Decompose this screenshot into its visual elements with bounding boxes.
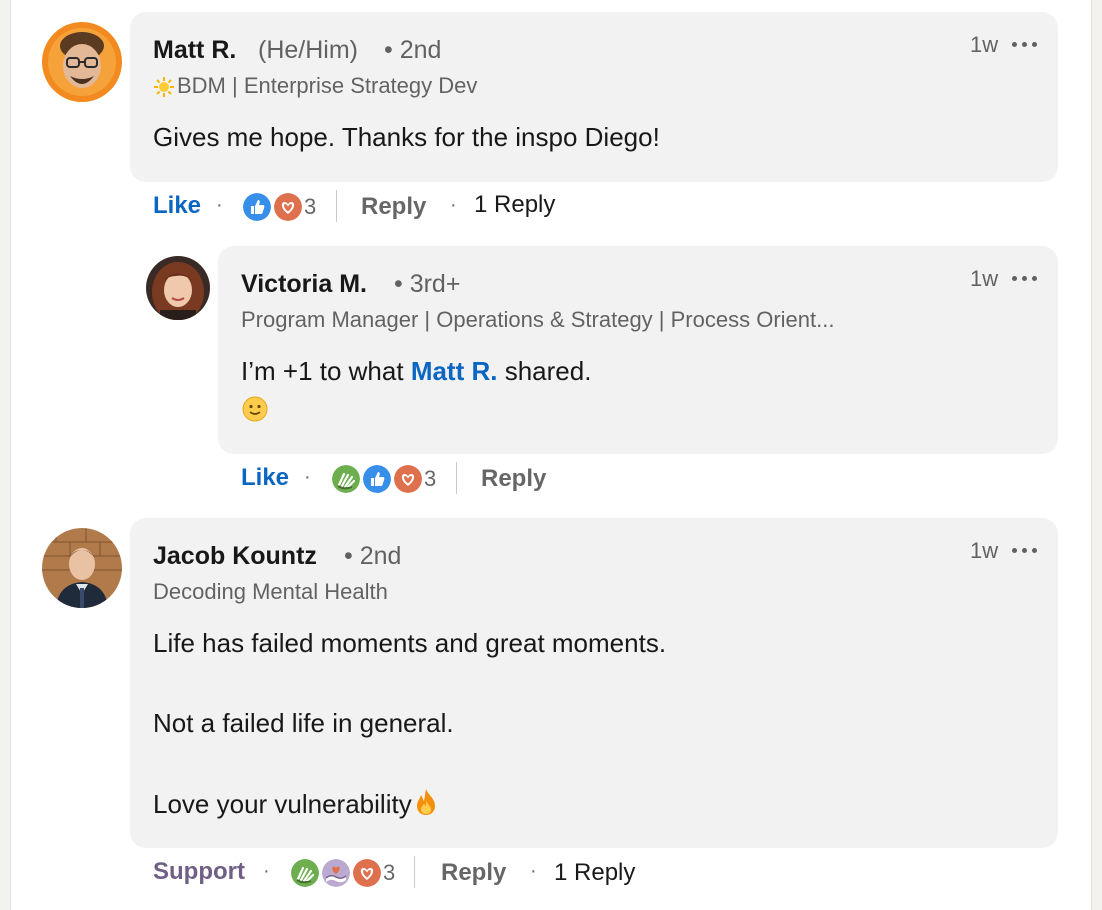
comment-bubble-matt: Matt R. (He/Him) • 2nd BDM | Enterprise … xyxy=(130,12,1058,182)
love-reaction-icon[interactable] xyxy=(351,857,383,889)
more-options-icon[interactable] xyxy=(1012,273,1040,283)
avatar-matt[interactable] xyxy=(42,22,122,102)
timestamp: 1w xyxy=(970,32,999,57)
support-button[interactable]: Support xyxy=(153,858,245,886)
reply-button[interactable]: Reply xyxy=(441,859,506,887)
reply-button[interactable]: Reply xyxy=(361,193,426,221)
avatar-victoria[interactable] xyxy=(146,256,210,320)
comment-line-2: Not a failed life in general. xyxy=(153,708,454,738)
mention-link[interactable]: Matt R. xyxy=(411,356,498,386)
timestamp: 1w xyxy=(970,538,999,563)
celebrate-reaction-icon[interactable] xyxy=(330,463,362,495)
author-pronouns: (He/Him) xyxy=(258,36,358,64)
separator-dot: · xyxy=(530,860,537,882)
replies-count-link[interactable]: 1 Reply xyxy=(554,859,635,887)
reply-text-end: shared. xyxy=(497,356,592,386)
love-reaction-icon[interactable] xyxy=(392,463,424,495)
action-divider xyxy=(456,462,457,494)
slightly-smiling-face-icon xyxy=(242,396,268,427)
action-divider xyxy=(414,856,415,888)
comment-line-1: Life has failed moments and great moment… xyxy=(153,628,667,658)
like-reaction-icon[interactable] xyxy=(361,463,393,495)
support-reaction-icon[interactable] xyxy=(320,857,352,889)
more-options-icon[interactable] xyxy=(1012,545,1040,555)
reply-button[interactable]: Reply xyxy=(481,465,546,493)
comment-bubble-jacob: Jacob Kountz • 2nd Decoding Mental Healt… xyxy=(130,518,1058,848)
author-name[interactable]: Jacob Kountz xyxy=(153,542,317,571)
action-divider xyxy=(336,190,337,222)
more-options-icon[interactable] xyxy=(1012,39,1040,49)
separator-dot: · xyxy=(216,194,223,216)
reply-bubble-victoria: Victoria M. • 3rd+ Program Manager | Ope… xyxy=(218,246,1058,454)
separator-dot: · xyxy=(263,860,270,882)
connection-degree: • 3rd+ xyxy=(394,270,461,298)
like-button[interactable]: Like xyxy=(153,192,201,220)
timestamp: 1w xyxy=(970,266,999,291)
comment-line-3: Love your vulnerability xyxy=(153,788,438,820)
author-headline: BDM | Enterprise Strategy Dev xyxy=(177,73,478,98)
separator-dot: · xyxy=(450,194,457,216)
reaction-count[interactable]: 3 xyxy=(383,860,395,886)
connection-degree: • 2nd xyxy=(344,542,402,570)
reaction-count[interactable]: 3 xyxy=(424,466,436,492)
like-reaction-icon[interactable] xyxy=(241,191,273,223)
connection-degree: • 2nd xyxy=(384,36,442,64)
comment-text: Gives me hope. Thanks for the inspo Dieg… xyxy=(153,122,660,152)
comment-line-3-text: Love your vulnerability xyxy=(153,789,412,819)
author-headline: Program Manager | Operations & Strategy … xyxy=(241,307,835,332)
fire-icon xyxy=(416,789,435,815)
replies-count-link[interactable]: 1 Reply xyxy=(474,191,555,219)
celebrate-reaction-icon[interactable] xyxy=(289,857,321,889)
author-headline: Decoding Mental Health xyxy=(153,579,388,604)
like-button[interactable]: Like xyxy=(241,464,289,492)
sun-icon xyxy=(153,76,175,103)
love-reaction-icon[interactable] xyxy=(272,191,304,223)
author-name[interactable]: Matt R. xyxy=(153,36,236,65)
separator-dot: · xyxy=(304,466,311,488)
avatar-jacob[interactable] xyxy=(42,528,122,608)
reaction-count[interactable]: 3 xyxy=(304,194,316,220)
author-name[interactable]: Victoria M. xyxy=(241,270,367,299)
reply-text-start: I’m +1 to what xyxy=(241,356,411,386)
reply-text: I’m +1 to what Matt R. shared. xyxy=(241,356,591,387)
